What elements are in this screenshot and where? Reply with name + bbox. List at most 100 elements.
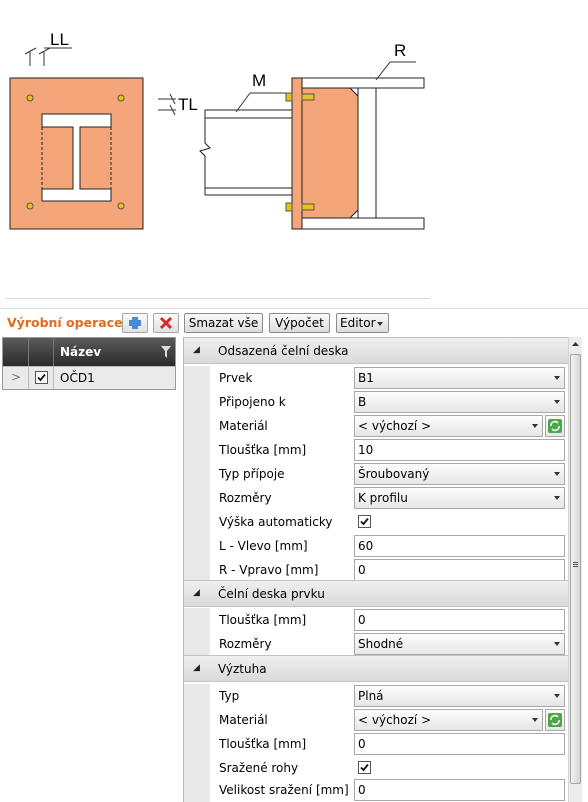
grip-line xyxy=(573,566,578,567)
drawing-separator xyxy=(6,298,430,299)
scrollbar-thumb[interactable] xyxy=(570,354,581,784)
chevron-down-icon xyxy=(532,718,538,722)
row-gutter xyxy=(184,684,210,708)
select-value: < výchozí > xyxy=(358,713,432,727)
row-gutter xyxy=(184,438,210,462)
material-select[interactable]: < výchozí > xyxy=(354,415,543,437)
thickness-input[interactable]: 10 xyxy=(354,439,565,461)
grip-line xyxy=(573,564,578,565)
chevron-down-icon xyxy=(377,322,383,326)
scroll-up-arrow-icon[interactable] xyxy=(569,337,582,351)
thickness-2-input[interactable]: 0 xyxy=(354,609,565,631)
prop-row-right-offset: R - Vpravo [mm] 0 xyxy=(184,558,568,582)
operations-title: Výrobní operace xyxy=(7,315,123,330)
select-value: Šroubovaný xyxy=(358,467,430,481)
category-label: Čelní deska prvku xyxy=(218,587,325,601)
row-gutter xyxy=(184,708,210,732)
refresh-icon xyxy=(548,419,562,433)
prop-label: Typ přípoje xyxy=(219,467,285,481)
select-value: < výchozí > xyxy=(358,419,432,433)
tl-label: TL xyxy=(178,95,198,114)
prop-row-chamfered-corners: Sražené rohy xyxy=(184,756,568,780)
prop-label: Velikost sražení [mm] xyxy=(219,783,349,797)
prop-label: Sražené rohy xyxy=(219,761,299,775)
category-label: Výztuha xyxy=(218,662,267,676)
prop-row-material: Materiál < výchozí > xyxy=(184,414,568,438)
end-plate-side-view xyxy=(291,77,303,230)
prop-row-thickness-2: Tloušťka [mm] 0 xyxy=(184,608,568,632)
row-gutter xyxy=(184,390,210,414)
dimensions-select[interactable]: K profilu xyxy=(354,487,565,509)
row-check-cell xyxy=(29,367,54,389)
prop-label: Tloušťka [mm] xyxy=(219,613,307,627)
chevron-down-icon xyxy=(554,496,560,500)
chamfered-corners-checkbox[interactable] xyxy=(358,761,371,774)
property-scrollbar[interactable] xyxy=(568,337,582,802)
row-indicator: > xyxy=(3,367,29,389)
row-gutter xyxy=(184,534,210,558)
prop-row-thickness-3: Tloušťka [mm] 0 xyxy=(184,732,568,756)
connection-type-select[interactable]: Šroubovaný xyxy=(354,463,565,485)
dimensions-2-select[interactable]: Shodné xyxy=(354,633,565,655)
prop-row-type: Typ Plná xyxy=(184,684,568,708)
chevron-down-icon xyxy=(554,400,560,404)
chamfer-size-input[interactable]: 0 xyxy=(354,779,565,801)
right-offset-input[interactable]: 0 xyxy=(354,559,565,581)
prop-row-auto-height: Výška automaticky xyxy=(184,510,568,534)
header-col-check xyxy=(29,338,54,366)
left-offset-input[interactable]: 60 xyxy=(354,535,565,557)
row-gutter xyxy=(184,510,210,534)
operations-toolbar: Výrobní operace Smazat vše Výpočet Edito… xyxy=(0,310,588,336)
material-library-button[interactable] xyxy=(545,709,565,731)
filter-icon[interactable] xyxy=(161,346,171,358)
member-select[interactable]: B1 xyxy=(354,367,565,389)
delete-operation-button[interactable] xyxy=(153,313,179,333)
category-label: Odsazená čelní deska xyxy=(218,344,349,358)
grid-header-name[interactable]: Název xyxy=(60,345,101,359)
ll-dimension xyxy=(24,47,72,66)
add-icon xyxy=(129,317,141,329)
row-gutter xyxy=(184,486,210,510)
checkmark-icon xyxy=(360,763,369,772)
type-select[interactable]: Plná xyxy=(354,685,565,707)
select-value: B xyxy=(358,395,367,409)
editor-label: Editor xyxy=(340,316,376,330)
beam-m-side xyxy=(199,109,293,196)
operations-grid: Název > OČD1 xyxy=(2,337,176,390)
auto-height-checkbox[interactable] xyxy=(358,515,371,528)
prop-row-chamfer-size: Velikost sražení [mm] 0 xyxy=(184,778,568,802)
prop-label: Materiál xyxy=(219,713,268,727)
material-2-select[interactable]: < výchozí > xyxy=(354,709,543,731)
grip-line xyxy=(573,562,578,563)
thickness-3-input[interactable]: 0 xyxy=(354,733,565,755)
editor-dropdown[interactable]: Editor xyxy=(336,313,389,333)
category-offset-end-plate[interactable]: ◢ Odsazená čelní deska xyxy=(184,337,568,364)
collapse-triangle-icon[interactable]: ◢ xyxy=(193,663,200,673)
panel-separator xyxy=(0,308,588,309)
collapse-triangle-icon[interactable]: ◢ xyxy=(193,345,200,355)
ll-label: LL xyxy=(50,30,69,49)
grid-header: Název xyxy=(3,338,175,366)
category-member-end-plate[interactable]: ◢ Čelní deska prvku xyxy=(184,580,568,607)
connection-drawing: LL TL M R xyxy=(9,30,425,230)
collapse-triangle-icon[interactable]: ◢ xyxy=(193,588,200,598)
delete-icon xyxy=(159,316,173,330)
prop-label: Výška automaticky xyxy=(219,515,333,529)
row-gutter xyxy=(184,558,210,582)
category-stiffener[interactable]: ◢ Výztuha xyxy=(184,655,568,682)
add-operation-button[interactable] xyxy=(122,313,148,333)
connected-to-select[interactable]: B xyxy=(354,391,565,413)
chevron-down-icon xyxy=(532,424,538,428)
prop-label: Materiál xyxy=(219,419,268,433)
r-label: R xyxy=(394,41,406,60)
chevron-down-icon xyxy=(554,694,560,698)
prop-row-left-offset: L - Vlevo [mm] 60 xyxy=(184,534,568,558)
row-checkbox[interactable] xyxy=(35,371,48,384)
compute-button[interactable]: Výpočet xyxy=(269,313,330,333)
table-row[interactable]: > OČD1 xyxy=(3,366,175,389)
material-library-button[interactable] xyxy=(545,415,565,437)
row-gutter xyxy=(184,732,210,756)
delete-all-button[interactable]: Smazat vše xyxy=(184,313,263,333)
row-gutter xyxy=(184,366,210,390)
row-gutter xyxy=(184,462,210,486)
